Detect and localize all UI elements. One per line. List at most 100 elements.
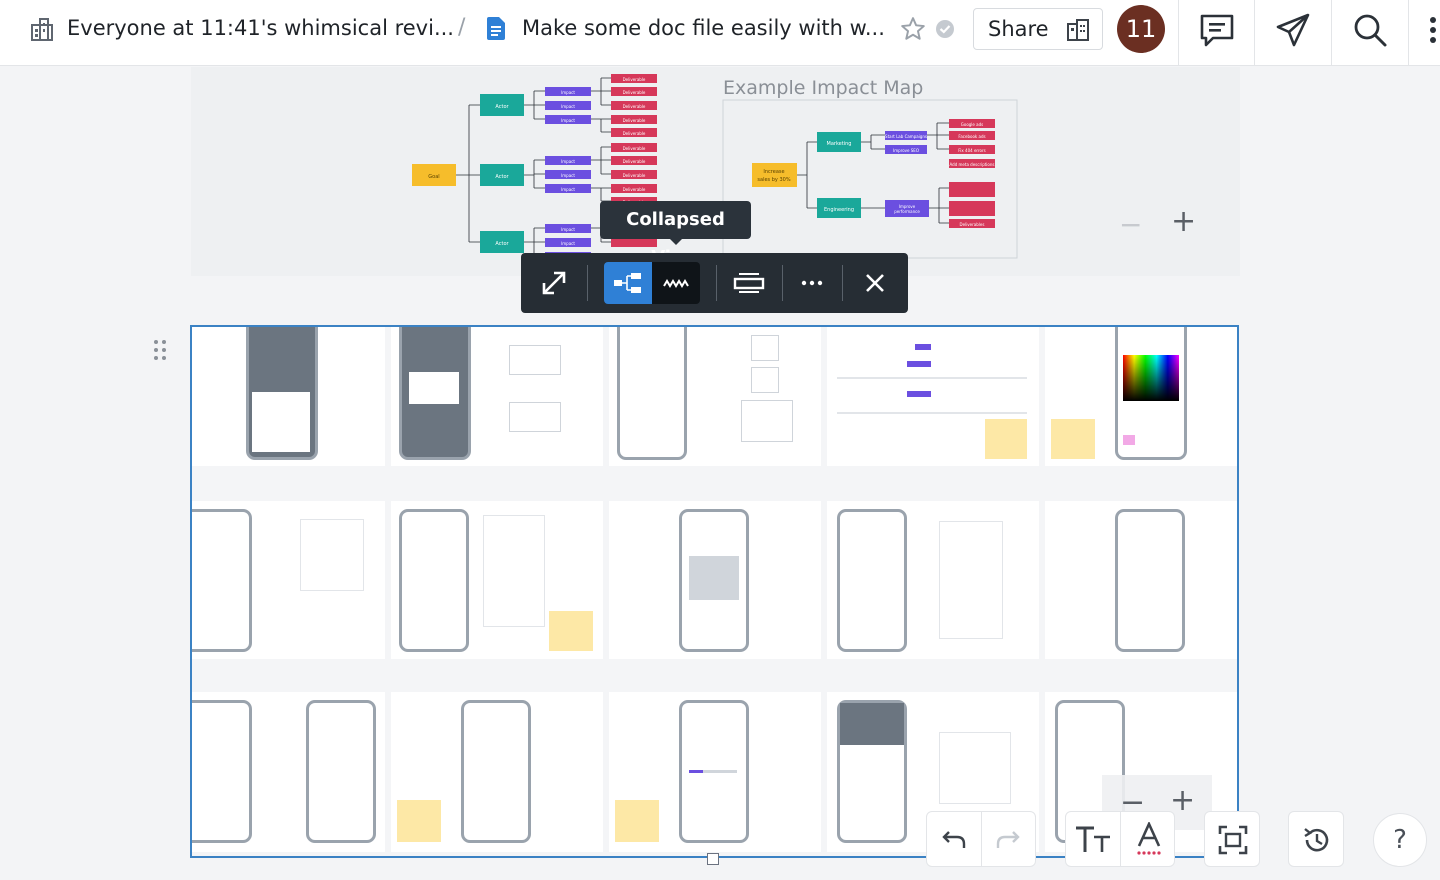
phone-frame — [192, 509, 252, 652]
svg-text:Impact: Impact — [561, 173, 575, 178]
fit-width-button[interactable] — [725, 253, 773, 313]
svg-text:performance: performance — [894, 209, 920, 214]
wireframe-cell[interactable] — [192, 692, 385, 852]
expand-button[interactable] — [530, 253, 578, 313]
sticky-note — [985, 419, 1027, 459]
svg-text:Marketing: Marketing — [827, 141, 852, 147]
workspace-breadcrumb[interactable]: Everyone at 11:41's whimsical revi... — [67, 16, 454, 40]
wireframe-cell[interactable] — [827, 327, 1039, 466]
toolbar-divider — [716, 265, 717, 301]
impact-map-diagram: Goal ActorActorActor ImpactImpactImpact … — [412, 74, 1018, 261]
collapsed-view-icon — [614, 273, 641, 293]
color-picker-shade — [1123, 355, 1179, 401]
impact-map-board[interactable]: Goal Actor Actor Actor Impact Impact Impact … — [191, 67, 1240, 276]
breadcrumb-separator: / — [458, 15, 466, 40]
more-options-button[interactable] — [788, 253, 836, 313]
sticky-note — [397, 800, 441, 842]
svg-text:Google ads: Google ads — [961, 122, 983, 127]
calendar-placeholder — [300, 519, 364, 591]
svg-text:Fix 404 errors: Fix 404 errors — [958, 148, 985, 153]
undo-redo-group — [926, 811, 1036, 867]
text-size-icon[interactable] — [1074, 824, 1114, 856]
history-icon — [1304, 828, 1329, 852]
impact-zoom-in-button[interactable]: + — [1171, 204, 1196, 239]
redo-icon[interactable] — [995, 826, 1021, 852]
phone-frame — [192, 700, 252, 843]
phone-frame — [461, 700, 531, 843]
svg-text:Impact: Impact — [561, 159, 575, 164]
close-button[interactable] — [851, 253, 899, 313]
topbar-divider — [1408, 0, 1409, 66]
svg-text:Deliverable: Deliverable — [623, 159, 646, 164]
building-icon[interactable] — [30, 17, 54, 41]
drag-handle-icon[interactable] — [153, 339, 167, 361]
avatar[interactable]: 11 — [1117, 5, 1165, 53]
comment-icon[interactable] — [1199, 12, 1235, 48]
close-icon — [866, 274, 884, 292]
text-color-icon[interactable] — [1136, 822, 1162, 856]
svg-text:Deliverable: Deliverable — [623, 104, 646, 109]
wireframe-cell[interactable] — [391, 692, 603, 852]
svg-text:Impact: Impact — [561, 227, 575, 232]
dialog — [509, 402, 561, 432]
topbar-divider — [1331, 0, 1332, 66]
wave-view-button[interactable] — [652, 262, 700, 304]
wireframe-board-embed[interactable]: − + — [190, 325, 1239, 858]
impact-zoom-out-button[interactable]: − — [1119, 208, 1142, 241]
wireframe-cell[interactable] — [609, 501, 821, 659]
history-button[interactable] — [1288, 811, 1344, 867]
resize-handle[interactable] — [707, 853, 719, 865]
menu-placeholder — [689, 556, 739, 600]
collapsed-view-button[interactable] — [604, 262, 652, 304]
svg-text:Start Lab Campaigns: Start Lab Campaigns — [885, 134, 927, 139]
toolbar-divider — [782, 265, 783, 301]
phone-frame — [837, 509, 907, 652]
wireframe-cell[interactable] — [609, 327, 821, 466]
wireframe-cell[interactable] — [192, 501, 385, 659]
paper-plane-icon[interactable] — [1275, 12, 1311, 48]
card-placeholder — [741, 400, 793, 442]
fit-screen-icon — [1218, 825, 1248, 855]
svg-text:Deliverables: Deliverables — [960, 222, 985, 227]
top-bar: Everyone at 11:41's whimsical revi... / … — [0, 0, 1440, 66]
svg-text:Engineering: Engineering — [824, 207, 854, 213]
svg-text:Increase: Increase — [763, 169, 784, 175]
phone-frame — [1115, 509, 1185, 652]
svg-text:Goal: Goal — [428, 174, 439, 180]
tooltip-arrow — [669, 238, 683, 245]
icon-grid-placeholder — [939, 732, 1011, 804]
expand-arrows-icon — [542, 271, 566, 295]
wireframe-cell[interactable] — [1045, 501, 1237, 659]
toolbar-divider — [842, 265, 843, 301]
fit-screen-button[interactable] — [1204, 811, 1260, 867]
wireframe-cell[interactable] — [609, 692, 821, 852]
wireframe-cell[interactable] — [391, 327, 603, 466]
verified-check-icon — [936, 20, 954, 38]
svg-text:Improve SEO: Improve SEO — [893, 148, 919, 153]
svg-text:Impact: Impact — [561, 104, 575, 109]
wireframe-cell[interactable] — [827, 501, 1039, 659]
svg-text:Add meta descriptions: Add meta descriptions — [950, 162, 995, 167]
help-button[interactable]: ? — [1373, 813, 1427, 867]
svg-text:sales by 30%: sales by 30% — [757, 177, 790, 183]
dialog — [509, 345, 561, 375]
search-icon[interactable] — [1352, 12, 1388, 48]
document-title[interactable]: Make some doc file easily with w... — [522, 16, 885, 40]
wireframe-cell[interactable] — [192, 327, 385, 466]
more-horizontal-icon — [801, 280, 823, 286]
topbar-divider — [1254, 0, 1255, 66]
fit-width-icon — [733, 273, 765, 293]
share-label: Share — [988, 17, 1049, 41]
svg-text:Impact: Impact — [561, 118, 575, 123]
share-button[interactable]: Share — [973, 8, 1103, 50]
svg-text:Deliverable: Deliverable — [623, 77, 646, 82]
phone-frame — [306, 700, 376, 843]
sticky-note — [1051, 419, 1095, 459]
more-vertical-icon[interactable] — [1415, 12, 1440, 48]
wireframe-cell[interactable] — [391, 501, 603, 659]
undo-icon[interactable] — [941, 826, 967, 852]
star-icon[interactable] — [900, 16, 926, 42]
svg-text:Impact: Impact — [561, 90, 575, 95]
svg-text:Actor: Actor — [495, 104, 509, 110]
wireframe-cell[interactable] — [1045, 327, 1237, 466]
